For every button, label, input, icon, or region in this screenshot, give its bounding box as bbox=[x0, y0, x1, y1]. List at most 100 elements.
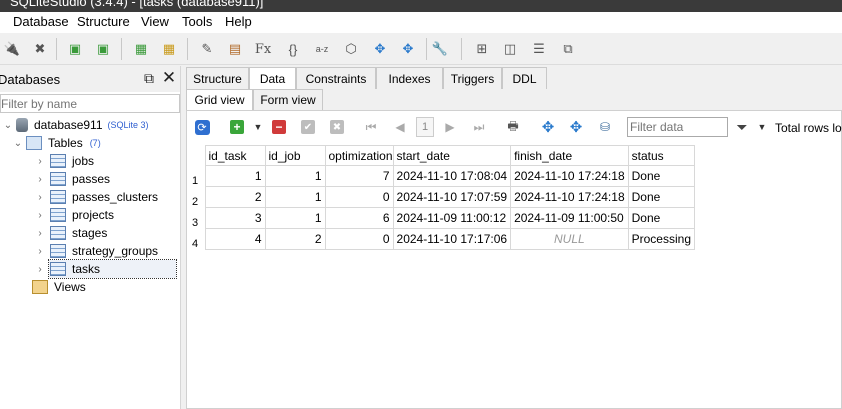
tile-horizontal-icon[interactable]: ◫ bbox=[500, 39, 520, 59]
row-number[interactable]: 1 bbox=[190, 165, 206, 187]
grid-cell[interactable]: 1 bbox=[264, 165, 326, 187]
connect-icon[interactable]: 🔌 bbox=[2, 39, 22, 59]
add-row-icon[interactable]: + bbox=[227, 117, 247, 137]
refresh-icon[interactable]: ⟳ bbox=[192, 117, 212, 137]
tab-constraints[interactable]: Constraints bbox=[296, 67, 376, 89]
tab-structure[interactable]: Structure bbox=[186, 67, 249, 89]
grid-cell[interactable]: 2024-11-10 17:08:04 bbox=[392, 165, 512, 187]
sort-icon[interactable]: a-z bbox=[312, 39, 332, 59]
dropdown-arrow-icon[interactable]: ▼ bbox=[752, 117, 772, 137]
selected-item[interactable]: tasks bbox=[48, 259, 177, 279]
grid-cell[interactable]: 0 bbox=[324, 186, 394, 208]
tab-indexes[interactable]: Indexes bbox=[376, 67, 443, 89]
collations-icon[interactable]: {} bbox=[283, 39, 303, 59]
menu-tools[interactable]: Tools bbox=[182, 14, 212, 29]
tab-form-view[interactable]: Form view bbox=[253, 89, 323, 110]
grid-cell[interactable]: Done bbox=[627, 165, 696, 187]
tile-vertical-icon[interactable]: ☰ bbox=[529, 39, 549, 59]
grid-cell[interactable]: 7 bbox=[324, 165, 394, 187]
filter-data-field[interactable] bbox=[627, 117, 728, 137]
chevron-right-icon[interactable]: › bbox=[34, 264, 46, 275]
commit-icon[interactable]: ✔ bbox=[298, 117, 318, 137]
create-view-icon[interactable]: ▦ bbox=[159, 39, 179, 59]
tree-table-jobs[interactable]: › jobs bbox=[34, 152, 94, 170]
float-dock-icon[interactable]: ⧉ bbox=[141, 70, 157, 86]
functions-icon[interactable]: Fx bbox=[253, 39, 273, 59]
row-number[interactable]: 2 bbox=[190, 186, 206, 208]
grid-cell[interactable]: 2024-11-10 17:24:18 bbox=[510, 165, 629, 187]
create-table-icon[interactable]: ▦ bbox=[131, 39, 151, 59]
db-filter-field[interactable] bbox=[0, 94, 180, 113]
populate-icon[interactable]: ⛁ bbox=[595, 117, 615, 137]
tab-grid-view[interactable]: Grid view bbox=[186, 89, 253, 111]
chevron-right-icon[interactable]: › bbox=[34, 228, 46, 239]
ddl-history-icon[interactable]: ▤ bbox=[225, 39, 245, 59]
tab-triggers[interactable]: Triggers bbox=[443, 67, 502, 89]
export-icon[interactable]: ✥ bbox=[398, 39, 418, 59]
tree-database[interactable]: ⌄ database911 (SQLite 3) bbox=[2, 116, 149, 134]
grid-cell[interactable]: 1 bbox=[264, 207, 326, 229]
row-number[interactable]: 4 bbox=[190, 228, 206, 250]
row-number[interactable]: 3 bbox=[190, 207, 206, 229]
tree-views[interactable]: Views bbox=[32, 278, 86, 296]
add-database-icon[interactable]: ▣ bbox=[65, 39, 85, 59]
config-icon[interactable]: 🔧 bbox=[430, 39, 450, 59]
grid-cell[interactable]: 2024-11-09 11:00:50 bbox=[510, 207, 629, 229]
menu-database[interactable]: Database bbox=[13, 14, 69, 29]
disconnect-icon[interactable]: ✖ bbox=[30, 39, 50, 59]
grid-cell[interactable]: 1 bbox=[264, 186, 326, 208]
null-cell[interactable]: NULL bbox=[510, 228, 629, 250]
menu-help[interactable]: Help bbox=[225, 14, 252, 29]
tree-tables[interactable]: ⌄ Tables (7) bbox=[12, 134, 101, 152]
previous-page-icon[interactable]: ◀ bbox=[390, 117, 410, 137]
tab-data[interactable]: Data bbox=[249, 67, 296, 90]
close-dock-icon[interactable]: ✕ bbox=[161, 69, 177, 86]
column-header[interactable]: id_job bbox=[264, 145, 326, 166]
tree-table-passes-clusters[interactable]: › passes_clusters bbox=[34, 188, 158, 206]
grid-cell[interactable]: 3 bbox=[204, 207, 266, 229]
tree-table-projects[interactable]: › projects bbox=[34, 206, 114, 224]
last-page-icon[interactable]: ⏭ bbox=[469, 117, 489, 137]
grid-cell[interactable]: Done bbox=[627, 186, 696, 208]
import-icon[interactable]: ✥ bbox=[370, 39, 390, 59]
column-header[interactable]: id_task bbox=[204, 145, 266, 166]
chevron-right-icon[interactable]: › bbox=[34, 156, 46, 167]
grid-cell[interactable]: 2 bbox=[264, 228, 326, 250]
export-data-icon[interactable]: ✥ bbox=[566, 117, 586, 137]
chevron-right-icon[interactable]: › bbox=[34, 246, 46, 257]
tree-table-stages[interactable]: › stages bbox=[34, 224, 107, 242]
grid-cell[interactable]: 2024-11-10 17:24:18 bbox=[510, 186, 629, 208]
menu-view[interactable]: View bbox=[141, 14, 169, 29]
tile-windows-icon[interactable]: ⊞ bbox=[472, 39, 492, 59]
filter-data-input[interactable] bbox=[628, 118, 727, 136]
column-header[interactable]: finish_date bbox=[510, 145, 629, 166]
tree-table-passes[interactable]: › passes bbox=[34, 170, 110, 188]
sql-editor-icon[interactable]: ✎ bbox=[197, 39, 217, 59]
column-header[interactable]: optimization bbox=[324, 145, 394, 166]
next-page-icon[interactable]: ▶ bbox=[440, 117, 460, 137]
filter-funnel-icon[interactable]: ⏷ bbox=[732, 117, 752, 137]
chevron-down-icon[interactable]: ⌄ bbox=[12, 138, 24, 149]
tab-ddl[interactable]: DDL bbox=[502, 67, 547, 89]
chevron-right-icon[interactable]: › bbox=[34, 192, 46, 203]
grid-cell[interactable]: 2 bbox=[204, 186, 266, 208]
grid-cell[interactable]: Processing bbox=[627, 228, 696, 250]
grid-cell[interactable]: 1 bbox=[204, 165, 266, 187]
first-page-icon[interactable]: ⏮ bbox=[361, 117, 381, 137]
grid-cell[interactable]: 2024-11-10 17:07:59 bbox=[392, 186, 512, 208]
cascade-windows-icon[interactable]: ⧉ bbox=[558, 39, 578, 59]
grid-cell[interactable]: 2024-11-10 17:17:06 bbox=[392, 228, 512, 250]
grid-cell[interactable]: 6 bbox=[324, 207, 394, 229]
grid-cell[interactable]: 0 bbox=[324, 228, 394, 250]
db-filter-input[interactable] bbox=[1, 95, 179, 112]
tree-table-strategy-groups[interactable]: › strategy_groups bbox=[34, 242, 158, 260]
column-header[interactable]: status bbox=[627, 145, 696, 166]
grid-cell[interactable]: 4 bbox=[204, 228, 266, 250]
print-icon[interactable]: 🖶 bbox=[503, 117, 523, 137]
import-data-icon[interactable]: ✥ bbox=[538, 117, 558, 137]
menu-structure[interactable]: Structure bbox=[77, 14, 130, 29]
grid-cell[interactable]: 2024-11-09 11:00:12 bbox=[392, 207, 512, 229]
dropdown-arrow-icon[interactable]: ▼ bbox=[248, 117, 268, 137]
edit-database-icon[interactable]: ▣ bbox=[93, 39, 113, 59]
column-header[interactable]: start_date bbox=[392, 145, 512, 166]
